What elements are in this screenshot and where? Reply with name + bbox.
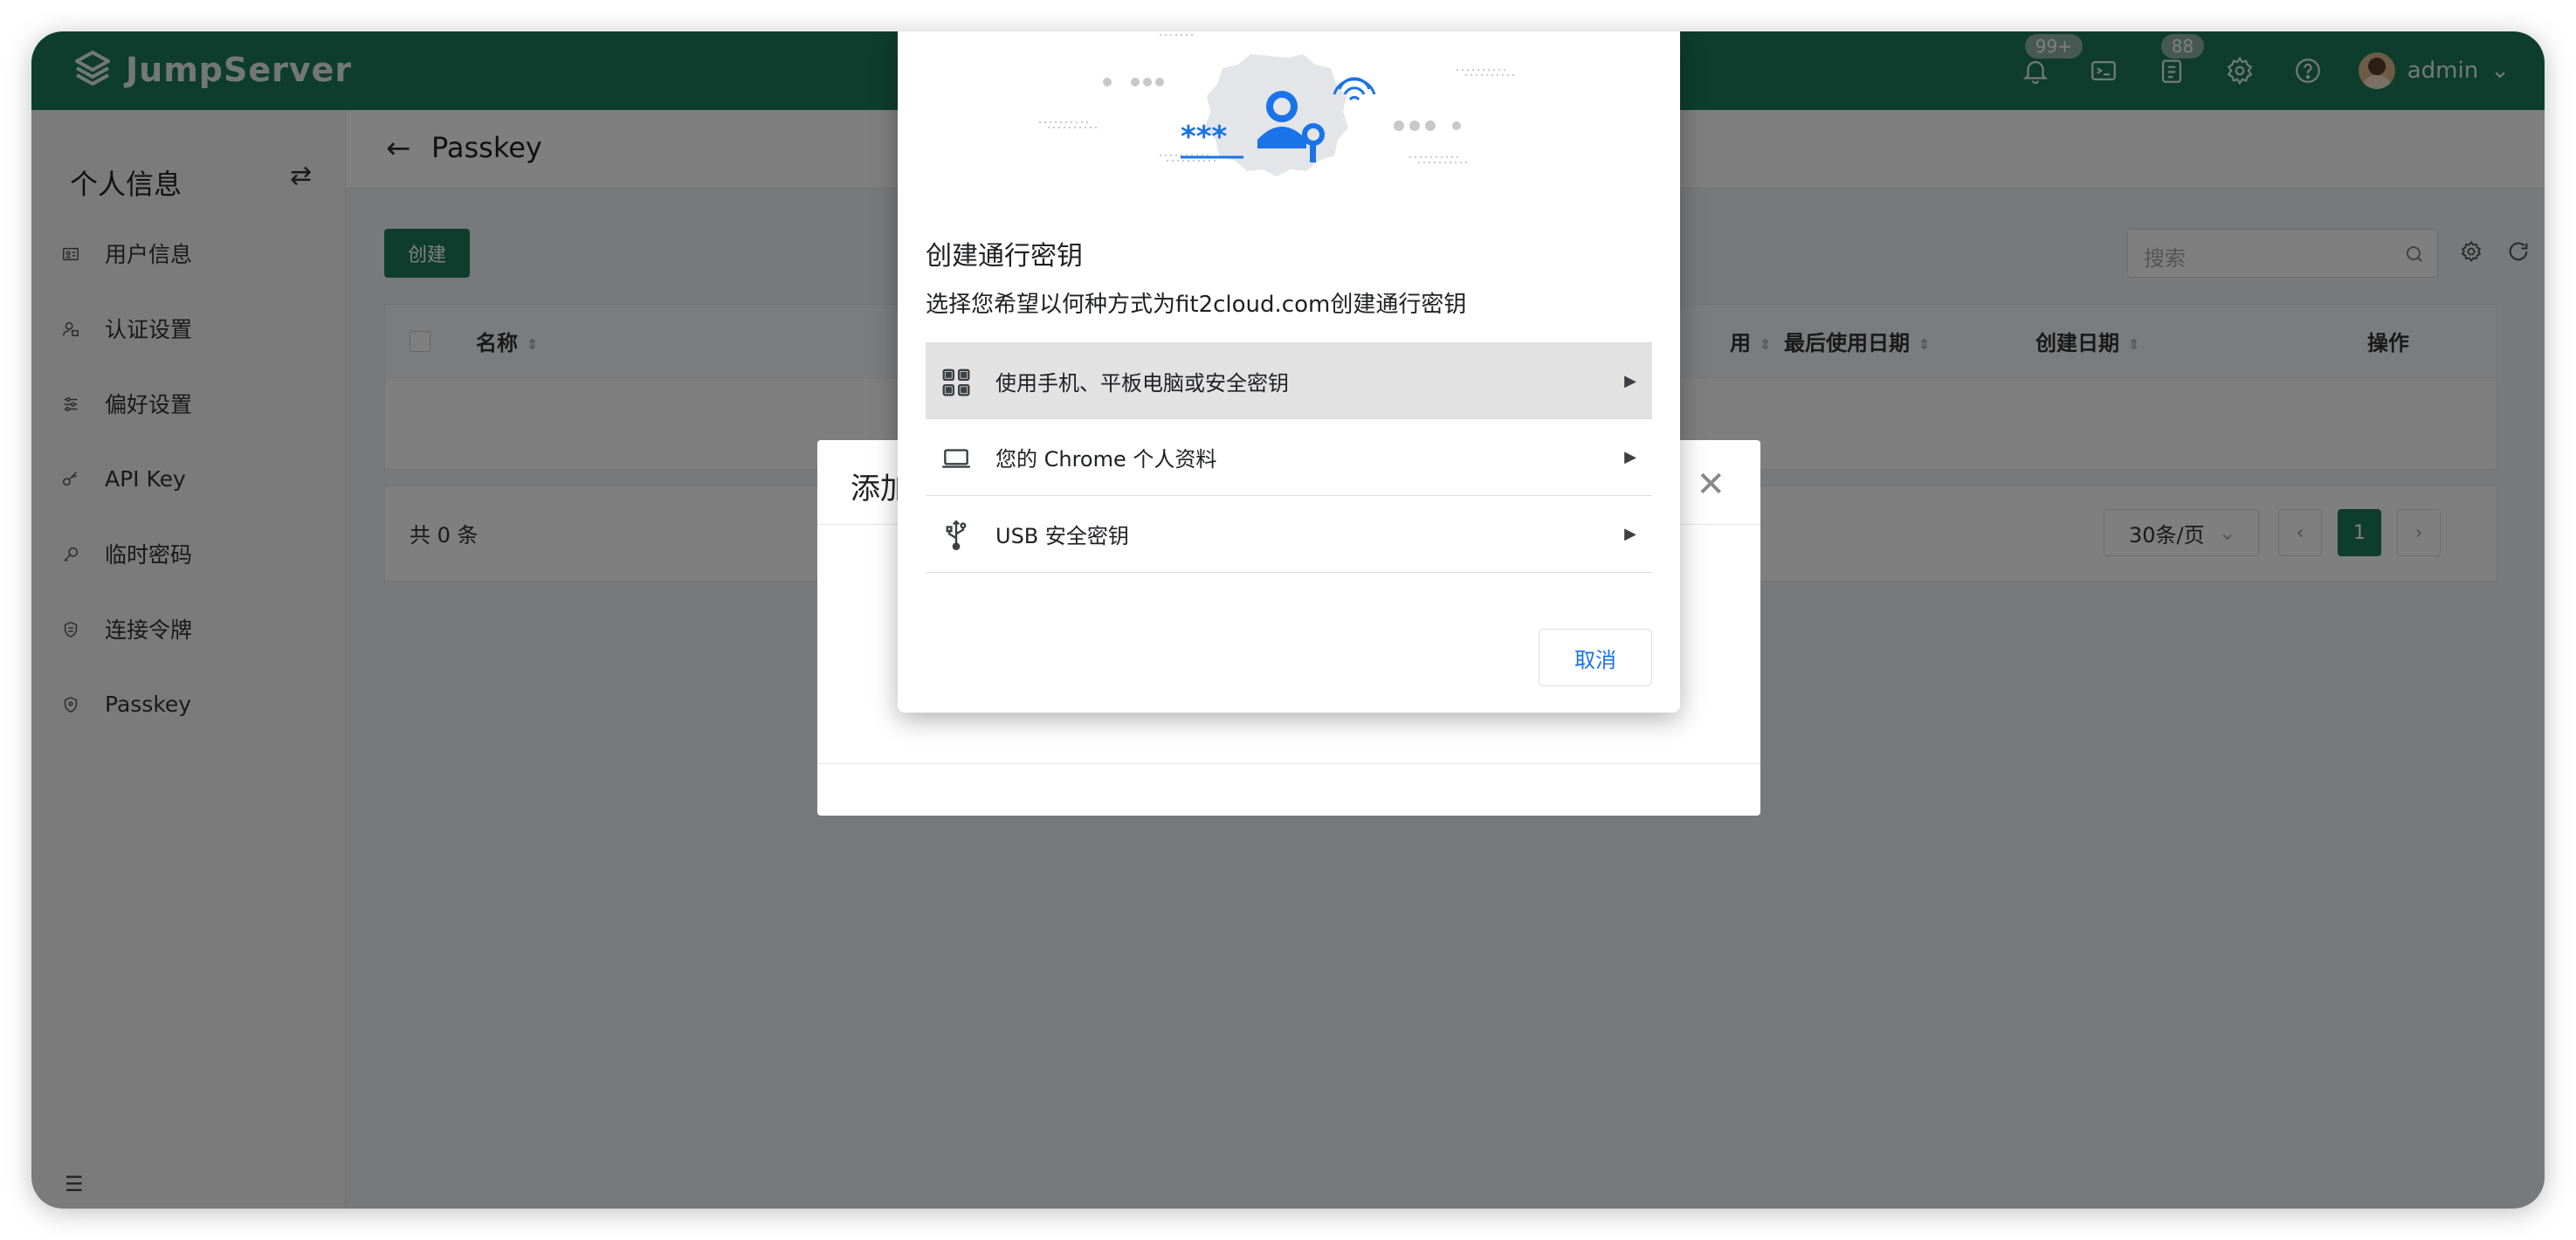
cancel-button[interactable]: 取消 xyxy=(1539,629,1652,686)
passkey-illustration: *** xyxy=(1039,34,1518,176)
option-phone-tablet-key[interactable]: 使用手机、平板电脑或安全密钥 ▶ xyxy=(926,342,1652,419)
divider xyxy=(817,763,1760,764)
option-label: 您的 Chrome 个人资料 xyxy=(995,447,1217,472)
svg-text:***: *** xyxy=(1181,120,1228,155)
usb-icon xyxy=(940,519,973,552)
chevron-right-icon: ▶ xyxy=(1624,448,1636,466)
close-icon[interactable]: ✕ xyxy=(1696,465,1725,505)
app-window: JumpServer 99+ 88 admin ⌄ xyxy=(31,31,2545,1209)
option-label: 使用手机、平板电脑或安全密钥 xyxy=(995,370,1289,396)
option-usb-key[interactable]: USB 安全密钥 ▶ xyxy=(926,496,1652,573)
passkey-chooser-dialog: *** 创建通行密钥 选择您希望以何种方式为fit2cloud.com创建通行密… xyxy=(898,31,1680,713)
chooser-title: 创建通行密钥 xyxy=(926,241,1083,272)
option-chrome-profile[interactable]: 您的 Chrome 个人资料 ▶ xyxy=(926,419,1652,496)
chevron-right-icon: ▶ xyxy=(1624,371,1636,390)
qr-code-icon xyxy=(940,366,973,399)
laptop-icon xyxy=(940,442,973,475)
option-label: USB 安全密钥 xyxy=(995,524,1129,548)
chooser-subtitle: 选择您希望以何种方式为fit2cloud.com创建通行密钥 xyxy=(926,292,1467,318)
chevron-right-icon: ▶ xyxy=(1624,525,1636,543)
